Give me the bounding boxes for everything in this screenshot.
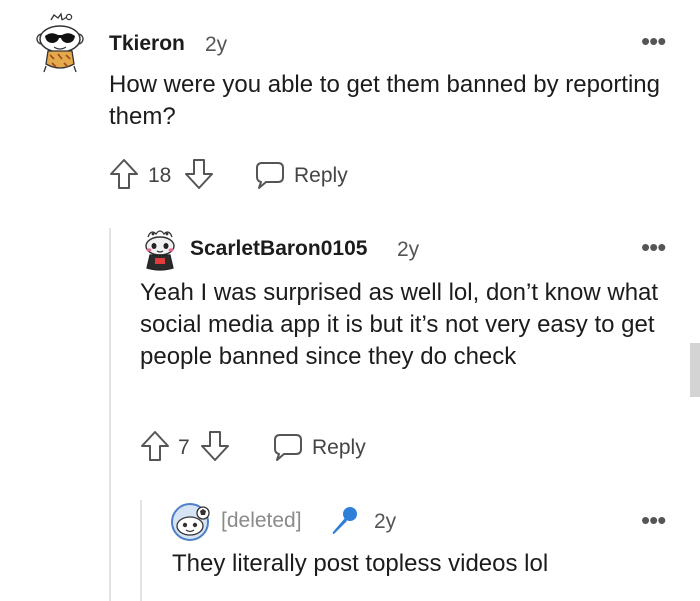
more-options-button[interactable]: •••	[641, 507, 666, 533]
snoo-sunglasses-avatar-icon	[36, 12, 84, 73]
downvote-arrow-icon	[201, 431, 229, 461]
vote-count: 18	[148, 164, 172, 187]
reply-button[interactable]: Reply	[272, 430, 372, 464]
reply-label: Reply	[294, 164, 348, 187]
comment-body: How were you able to get them banned by …	[109, 71, 661, 130]
snoo-costume-avatar-icon	[145, 230, 175, 271]
comment-body: They literally post topless videos lol	[172, 550, 549, 577]
thread-line-level-1	[109, 228, 111, 601]
scrollbar-thumb[interactable]	[690, 343, 700, 397]
more-options-button[interactable]: •••	[641, 28, 666, 54]
reply-button[interactable]: Reply	[254, 158, 354, 192]
upvote-button[interactable]	[140, 430, 170, 462]
upvote-arrow-icon	[141, 431, 169, 461]
microphone-icon	[328, 505, 360, 537]
reply-label: Reply	[312, 436, 366, 459]
avatar[interactable]	[139, 228, 181, 272]
comment-age: 2y	[374, 510, 397, 533]
more-options-button[interactable]: •••	[641, 234, 666, 260]
comment-author[interactable]: Tkieron	[109, 32, 185, 56]
avatar	[170, 502, 212, 542]
avatar[interactable]	[34, 12, 86, 74]
downvote-button[interactable]	[200, 430, 230, 462]
downvote-arrow-icon	[185, 159, 213, 189]
upvote-button[interactable]	[109, 158, 139, 190]
comment-author[interactable]: ScarletBaron0105	[190, 237, 367, 261]
downvote-button[interactable]	[184, 158, 214, 190]
vote-count: 7	[178, 436, 190, 459]
comment-author: [deleted]	[221, 509, 302, 532]
default-snoo-avatar-icon	[171, 503, 210, 541]
thread-line-level-2	[140, 500, 142, 601]
upvote-arrow-icon	[110, 159, 138, 189]
comment-age: 2y	[205, 33, 228, 56]
speech-bubble-icon	[274, 434, 302, 461]
comment-age: 2y	[397, 238, 420, 261]
speech-bubble-icon	[256, 162, 284, 189]
comment-body: Yeah I was surprised as well lol, don’t …	[140, 279, 659, 370]
